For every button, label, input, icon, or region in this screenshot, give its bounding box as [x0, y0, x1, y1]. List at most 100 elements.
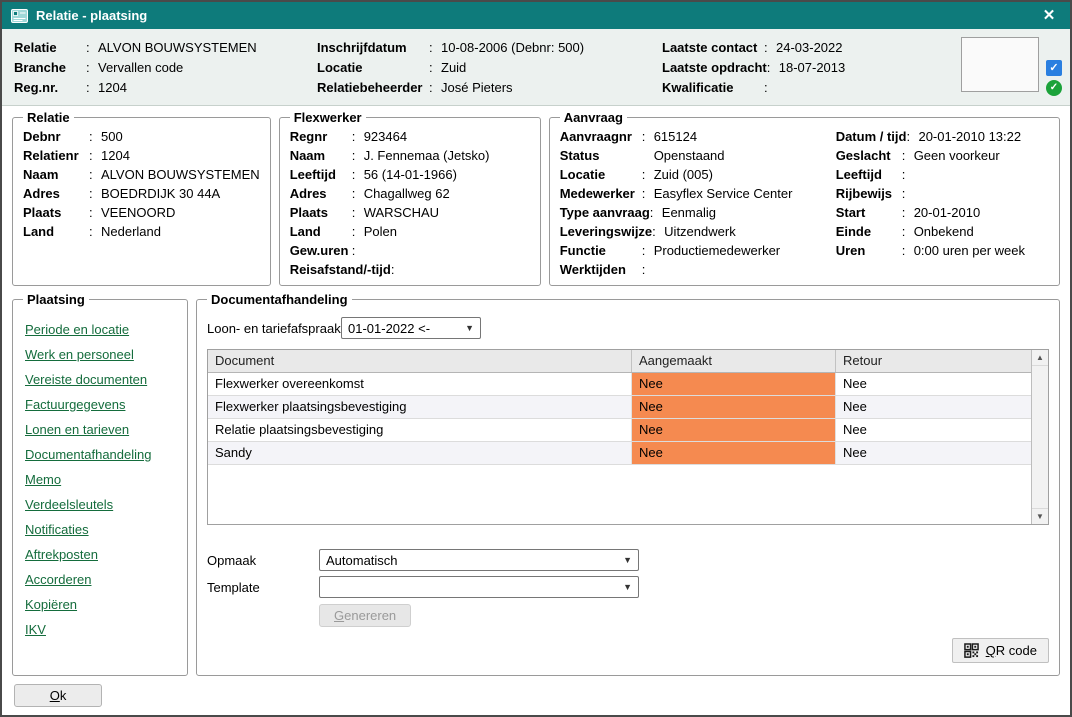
field-value: Zuid (005) [654, 165, 713, 184]
field-label: Datum / tijd [836, 127, 907, 146]
qr-code-button[interactable]: QR code [952, 638, 1049, 663]
field-value: 20-01-2010 [914, 203, 981, 222]
sidebar-item-kopieren[interactable]: Kopiëren [25, 592, 177, 617]
photo-placeholder [961, 37, 1039, 92]
template-select[interactable]: ▼ [319, 576, 639, 598]
format-section: Opmaak Automatisch ▼ Template ▼ [207, 549, 1049, 627]
field-row: Laatste contact:24-03-2022 [662, 38, 962, 58]
template-row: Template ▼ [207, 576, 1049, 598]
field-label: Regnr [290, 127, 352, 146]
field-label: Relatienr [23, 146, 89, 165]
field-row: Type aanvraag:Eenmalig [560, 203, 836, 222]
field-row: Functie:Productiemedewerker [560, 241, 836, 260]
sidebar-item-werk-en-personeel[interactable]: Werk en personeel [25, 342, 177, 367]
dialog-relatie-plaatsing: Relatie - plaatsing ✕ Relatie:ALVON BOUW… [0, 0, 1072, 717]
summary-row: Relatie Debnr:500 Relatienr:1204 Naam:AL… [12, 110, 1060, 286]
cell-aangemaakt[interactable]: Nee [632, 373, 836, 395]
table-row[interactable]: Sandy Nee Nee [208, 442, 1031, 465]
sidebar-item-memo[interactable]: Memo [25, 467, 177, 492]
field-value: VEENOORD [101, 203, 175, 222]
cell-aangemaakt[interactable]: Nee [632, 396, 836, 418]
field-label: Adres [23, 184, 89, 203]
field-label: Relatie [14, 38, 86, 58]
loon-tariefafspraak-row: Loon- en tariefafspraak 01-01-2022 <- ▼ [207, 317, 1049, 339]
template-label: Template [207, 580, 319, 595]
loon-tariefafspraak-select[interactable]: 01-01-2022 <- ▼ [341, 317, 481, 339]
header-column-inschrijving: Inschrijfdatum:10-08-2006 (Debnr: 500) L… [317, 38, 662, 98]
opmaak-select[interactable]: Automatisch ▼ [319, 549, 639, 571]
sidebar-item-notificaties[interactable]: Notificaties [25, 517, 177, 542]
column-header-retour[interactable]: Retour [836, 350, 1031, 372]
field-label: Rijbewijs [836, 184, 902, 203]
field-label: Leeftijd [836, 165, 902, 184]
titlebar[interactable]: Relatie - plaatsing ✕ [2, 2, 1070, 29]
field-row: Plaats:WARSCHAU [290, 203, 530, 222]
sidebar-item-documentafhandeling[interactable]: Documentafhandeling [25, 442, 177, 467]
sidebar-item-verdeelsleutels[interactable]: Verdeelsleutels [25, 492, 177, 517]
sidebar-item-ikv[interactable]: IKV [25, 617, 177, 642]
scroll-down-icon[interactable]: ▼ [1032, 508, 1048, 524]
sidebar-item-lonen-en-tarieven[interactable]: Lonen en tarieven [25, 417, 177, 442]
field-row: Naam:ALVON BOUWSYSTEMEN [23, 165, 260, 184]
table-row[interactable]: Flexwerker plaatsingsbevestiging Nee Nee [208, 396, 1031, 419]
field-value: Uitzendwerk [664, 222, 736, 241]
field-label: Aanvraagnr [560, 127, 642, 146]
field-label: Locatie [317, 58, 429, 78]
field-label: Geslacht [836, 146, 902, 165]
cell-document[interactable]: Flexwerker plaatsingsbevestiging [208, 396, 632, 418]
genereren-button[interactable]: Genereren [319, 604, 411, 627]
aanvraag-legend: Aanvraag [560, 110, 627, 125]
opmaak-row: Opmaak Automatisch ▼ [207, 549, 1049, 571]
field-row: Reisafstand/-tijd: [290, 260, 530, 279]
table-empty-area [208, 465, 1031, 524]
field-value: Easyflex Service Center [654, 184, 793, 203]
field-row: Datum / tijd:20-01-2010 13:22 [836, 127, 1049, 146]
cell-document[interactable]: Flexwerker overeenkomst [208, 373, 632, 395]
field-value: BOEDRDIJK 30 44A [101, 184, 220, 203]
table-header-row: Document Aangemaakt Retour [208, 350, 1031, 373]
cell-document[interactable]: Relatie plaatsingsbevestiging [208, 419, 632, 441]
close-icon[interactable]: ✕ [1037, 2, 1061, 29]
field-value: Chagallweg 62 [364, 184, 450, 203]
field-label: Medewerker [560, 184, 642, 203]
field-row: Relatie:ALVON BOUWSYSTEMEN [14, 38, 317, 58]
field-label: Adres [290, 184, 352, 203]
sidebar-item-aftrekposten[interactable]: Aftrekposten [25, 542, 177, 567]
field-row: Laatste opdracht:18-07-2013 [662, 58, 962, 78]
field-row: Adres:Chagallweg 62 [290, 184, 530, 203]
field-row: Kwalificatie: [662, 78, 962, 98]
plaatsing-legend: Plaatsing [23, 292, 89, 307]
cell-aangemaakt[interactable]: Nee [632, 442, 836, 464]
ok-button[interactable]: Ok [14, 684, 102, 707]
cell-document[interactable]: Sandy [208, 442, 632, 464]
field-value: J. Fennemaa (Jetsko) [364, 146, 490, 165]
field-row: Rijbewijs: [836, 184, 1049, 203]
sidebar-item-factuurgegevens[interactable]: Factuurgegevens [25, 392, 177, 417]
field-row: Aanvraagnr:615124 [560, 127, 836, 146]
column-header-aangemaakt[interactable]: Aangemaakt [632, 350, 836, 372]
table-row[interactable]: Flexwerker overeenkomst Nee Nee [208, 373, 1031, 396]
column-header-document[interactable]: Document [208, 350, 632, 372]
cell-retour[interactable]: Nee [836, 373, 1031, 395]
field-value: 1204 [101, 146, 130, 165]
cell-retour[interactable]: Nee [836, 442, 1031, 464]
blue-checkbox[interactable]: ✓ [1046, 60, 1062, 76]
vertical-scrollbar[interactable]: ▲ ▼ [1031, 350, 1048, 524]
field-label: Land [290, 222, 352, 241]
cell-retour[interactable]: Nee [836, 419, 1031, 441]
table-row[interactable]: Relatie plaatsingsbevestiging Nee Nee [208, 419, 1031, 442]
cell-aangemaakt[interactable]: Nee [632, 419, 836, 441]
aanvraag-right-column: Datum / tijd:20-01-2010 13:22 Geslacht:G… [836, 127, 1049, 279]
qr-icon [964, 643, 979, 658]
field-value: ALVON BOUWSYSTEMEN [101, 165, 260, 184]
field-value: 10-08-2006 (Debnr: 500) [441, 38, 584, 58]
field-row: Werktijden: [560, 260, 836, 279]
field-row: Medewerker:Easyflex Service Center [560, 184, 836, 203]
sidebar-item-periode-en-locatie[interactable]: Periode en locatie [25, 317, 177, 342]
cell-retour[interactable]: Nee [836, 396, 1031, 418]
scroll-up-icon[interactable]: ▲ [1032, 350, 1048, 366]
info-header: Relatie:ALVON BOUWSYSTEMEN Branche:Verva… [2, 29, 1070, 106]
sidebar-item-vereiste-documenten[interactable]: Vereiste documenten [25, 367, 177, 392]
sidebar-item-accorderen[interactable]: Accorderen [25, 567, 177, 592]
field-label: Type aanvraag [560, 203, 650, 222]
